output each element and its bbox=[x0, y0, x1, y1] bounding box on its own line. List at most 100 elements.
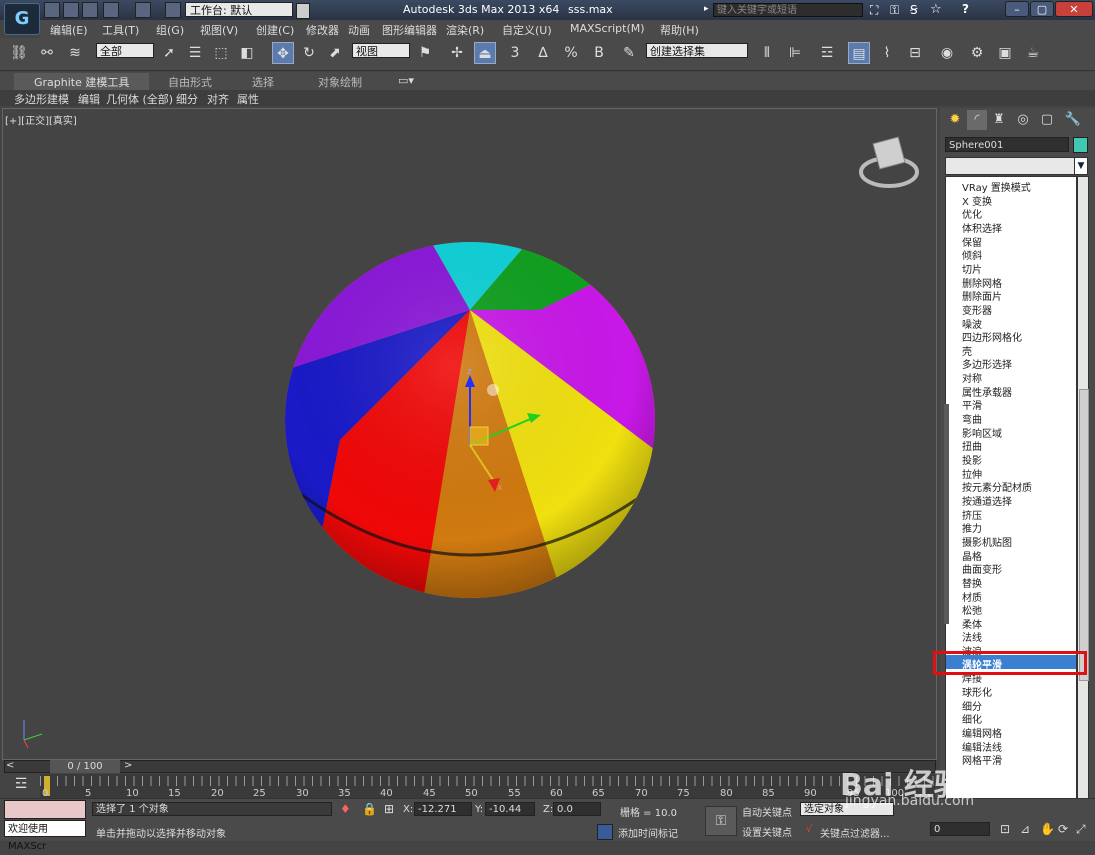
schematic-view-icon[interactable]: ⊟ bbox=[904, 42, 926, 64]
save-file-icon[interactable] bbox=[82, 2, 98, 18]
tab-selection[interactable]: 选择 bbox=[252, 74, 274, 90]
window-crossing-icon[interactable]: ◧ bbox=[236, 42, 258, 64]
motion-tab-icon[interactable]: ◎ bbox=[1013, 110, 1033, 130]
render-setup-icon[interactable]: ⚙ bbox=[966, 42, 988, 64]
set-key-icon[interactable]: ⚿ bbox=[705, 806, 737, 836]
angle-snap-button[interactable]: ∆ bbox=[532, 42, 554, 64]
y-coordinate-field[interactable]: -10.44 bbox=[485, 802, 535, 816]
rectangular-selection-icon[interactable]: ⬚ bbox=[210, 42, 232, 64]
select-by-name-icon[interactable]: ☰ bbox=[184, 42, 206, 64]
auto-key-button[interactable]: 自动关键点 bbox=[742, 804, 792, 819]
mirror-icon[interactable]: ⫴ bbox=[756, 42, 778, 64]
favorites-star-icon[interactable]: ☆ bbox=[930, 2, 942, 17]
workspace-dropdown-arrow[interactable] bbox=[296, 3, 310, 19]
maximize-button[interactable]: ▢ bbox=[1030, 1, 1054, 17]
new-file-icon[interactable] bbox=[44, 2, 60, 18]
unlink-icon[interactable]: ⚯ bbox=[36, 42, 58, 64]
menu-tools[interactable]: 工具(T) bbox=[102, 22, 139, 38]
select-and-scale-icon[interactable]: ⬈ bbox=[324, 42, 346, 64]
snaps-toggle-button[interactable]: 3 bbox=[504, 42, 526, 64]
modifier-list[interactable]: VRay 置换模式 X 变换 优化 体积选择 保留 倾斜 切片 删除网格 删除面片 变形器 噪波 四边… bbox=[945, 176, 1077, 816]
layer-manager-icon[interactable]: ☲ bbox=[816, 42, 838, 64]
menu-group[interactable]: 组(G) bbox=[156, 22, 184, 38]
maximize-viewport-icon[interactable]: ⤢ bbox=[1076, 822, 1086, 837]
selection-lock-icon[interactable]: 🔒 bbox=[362, 802, 377, 816]
reference-coordinate-dropdown[interactable]: 视图 bbox=[352, 43, 410, 58]
undo-icon[interactable] bbox=[103, 2, 119, 18]
maxscript-mini-listener[interactable]: 欢迎使用 MAXScr bbox=[4, 820, 86, 852]
percent-snap-button[interactable]: % bbox=[560, 42, 582, 64]
absolute-mode-icon[interactable]: ⊞ bbox=[384, 802, 394, 816]
move-gizmo[interactable] bbox=[455, 365, 565, 500]
object-name-field[interactable]: Sphere001 bbox=[945, 137, 1069, 152]
spinner-snap-button[interactable]: B bbox=[588, 42, 610, 64]
select-object-icon[interactable]: ➚ bbox=[158, 42, 180, 64]
expand-arrow-icon[interactable]: ▸ bbox=[704, 4, 709, 14]
maxscript-listener-box[interactable] bbox=[4, 800, 86, 819]
time-tag-icon[interactable] bbox=[597, 824, 613, 840]
panel-edit[interactable]: 编辑 bbox=[78, 91, 100, 107]
modifier-item[interactable]: 涡轮平滑 bbox=[962, 657, 1002, 672]
material-editor-icon[interactable]: ◉ bbox=[936, 42, 958, 64]
key-filters-button[interactable]: 关键点过滤器... bbox=[820, 825, 890, 840]
open-file-icon[interactable] bbox=[63, 2, 79, 18]
menu-customize[interactable]: 自定义(U) bbox=[502, 22, 552, 38]
dropdown-arrow-icon[interactable]: ▼ bbox=[1074, 158, 1087, 174]
menu-animation[interactable]: 动画 bbox=[348, 22, 370, 38]
modifier-item[interactable]: 网格平滑 bbox=[962, 752, 1002, 767]
modifier-list-scrollbar[interactable] bbox=[1077, 176, 1089, 816]
utilities-tab-icon[interactable]: 🔧 bbox=[1063, 110, 1083, 130]
selection-filter-dropdown[interactable]: 全部 bbox=[96, 43, 154, 58]
zoom-extents-icon[interactable]: ⊡ bbox=[1000, 822, 1010, 836]
select-and-link-icon[interactable]: ⛓ bbox=[8, 42, 30, 64]
graphite-toggle-icon[interactable]: ▤ bbox=[848, 42, 870, 64]
edit-named-selection-icon[interactable]: ✎ bbox=[618, 42, 640, 64]
scrollbar-thumb[interactable] bbox=[1079, 389, 1089, 681]
pivot-center-icon[interactable]: ⚑ bbox=[414, 42, 436, 64]
track-bar[interactable]: 0 5 10 15 20 25 30 35 40 45 50 55 60 65 … bbox=[40, 774, 935, 799]
pan-view-icon[interactable]: ✋ bbox=[1040, 822, 1055, 836]
panel-align[interactable]: 对齐 bbox=[207, 91, 229, 107]
panel-geometry-all[interactable]: 几何体 (全部) bbox=[106, 91, 173, 107]
current-frame-field[interactable]: 0 bbox=[930, 822, 990, 836]
viewport-label[interactable]: [+][正交][真实] bbox=[5, 112, 77, 127]
panel-scroll-track[interactable] bbox=[944, 404, 949, 624]
rendered-frame-window-icon[interactable]: ▣ bbox=[994, 42, 1016, 64]
x-coordinate-field[interactable]: -12.271 bbox=[414, 802, 472, 816]
create-tab-icon[interactable]: ✹ bbox=[945, 110, 965, 130]
display-tab-icon[interactable]: ▢ bbox=[1037, 110, 1057, 130]
key-filters-icon[interactable]: √ bbox=[806, 824, 812, 835]
app-logo-button[interactable]: G bbox=[4, 3, 40, 35]
minimize-button[interactable]: – bbox=[1005, 1, 1029, 17]
viewcube-icon[interactable] bbox=[858, 130, 920, 190]
z-coordinate-field[interactable]: 0.0 bbox=[553, 802, 601, 816]
object-color-swatch[interactable] bbox=[1073, 137, 1088, 153]
time-slider[interactable] bbox=[4, 760, 936, 773]
menu-modifiers[interactable]: 修改器 bbox=[306, 22, 339, 38]
ribbon-options-icon[interactable]: ▭▾ bbox=[398, 74, 414, 87]
panel-polygon-modeling[interactable]: 多边形建模 bbox=[14, 91, 69, 107]
render-production-icon[interactable]: ☕ bbox=[1022, 42, 1044, 64]
manipulate-icon[interactable]: ✢ bbox=[446, 42, 468, 64]
field-of-view-icon[interactable]: ⊿ bbox=[1020, 822, 1030, 836]
align-icon[interactable]: ⊫ bbox=[784, 42, 806, 64]
menu-maxscript[interactable]: MAXScript(M) bbox=[570, 22, 645, 35]
modify-tab-icon[interactable]: ◜ bbox=[967, 110, 987, 130]
menu-edit[interactable]: 编辑(E) bbox=[50, 22, 88, 38]
select-and-rotate-icon[interactable]: ↻ bbox=[298, 42, 320, 64]
hierarchy-tab-icon[interactable]: ♜ bbox=[989, 110, 1009, 130]
keyboard-shortcut-override-icon[interactable]: ⏏ bbox=[474, 42, 496, 64]
modifier-list-dropdown[interactable]: ▼ bbox=[945, 157, 1088, 175]
tab-graphite-modeling-tools[interactable]: Graphite 建模工具 bbox=[14, 73, 150, 91]
close-button[interactable]: ✕ bbox=[1055, 1, 1093, 17]
time-prev-icon[interactable]: < bbox=[6, 760, 14, 771]
help-button[interactable]: ? bbox=[962, 2, 969, 16]
panel-properties[interactable]: 属性 bbox=[237, 91, 259, 107]
add-time-tag[interactable]: 添加时间标记 bbox=[618, 825, 678, 840]
menu-rendering[interactable]: 渲染(R) bbox=[446, 22, 484, 38]
panel-subdivision[interactable]: 细分 bbox=[176, 91, 198, 107]
menu-views[interactable]: 视图(V) bbox=[200, 22, 238, 38]
time-next-icon[interactable]: > bbox=[124, 760, 132, 771]
workspace-dropdown[interactable]: 工作台: 默认 bbox=[185, 2, 293, 17]
redo-icon[interactable] bbox=[135, 2, 151, 18]
